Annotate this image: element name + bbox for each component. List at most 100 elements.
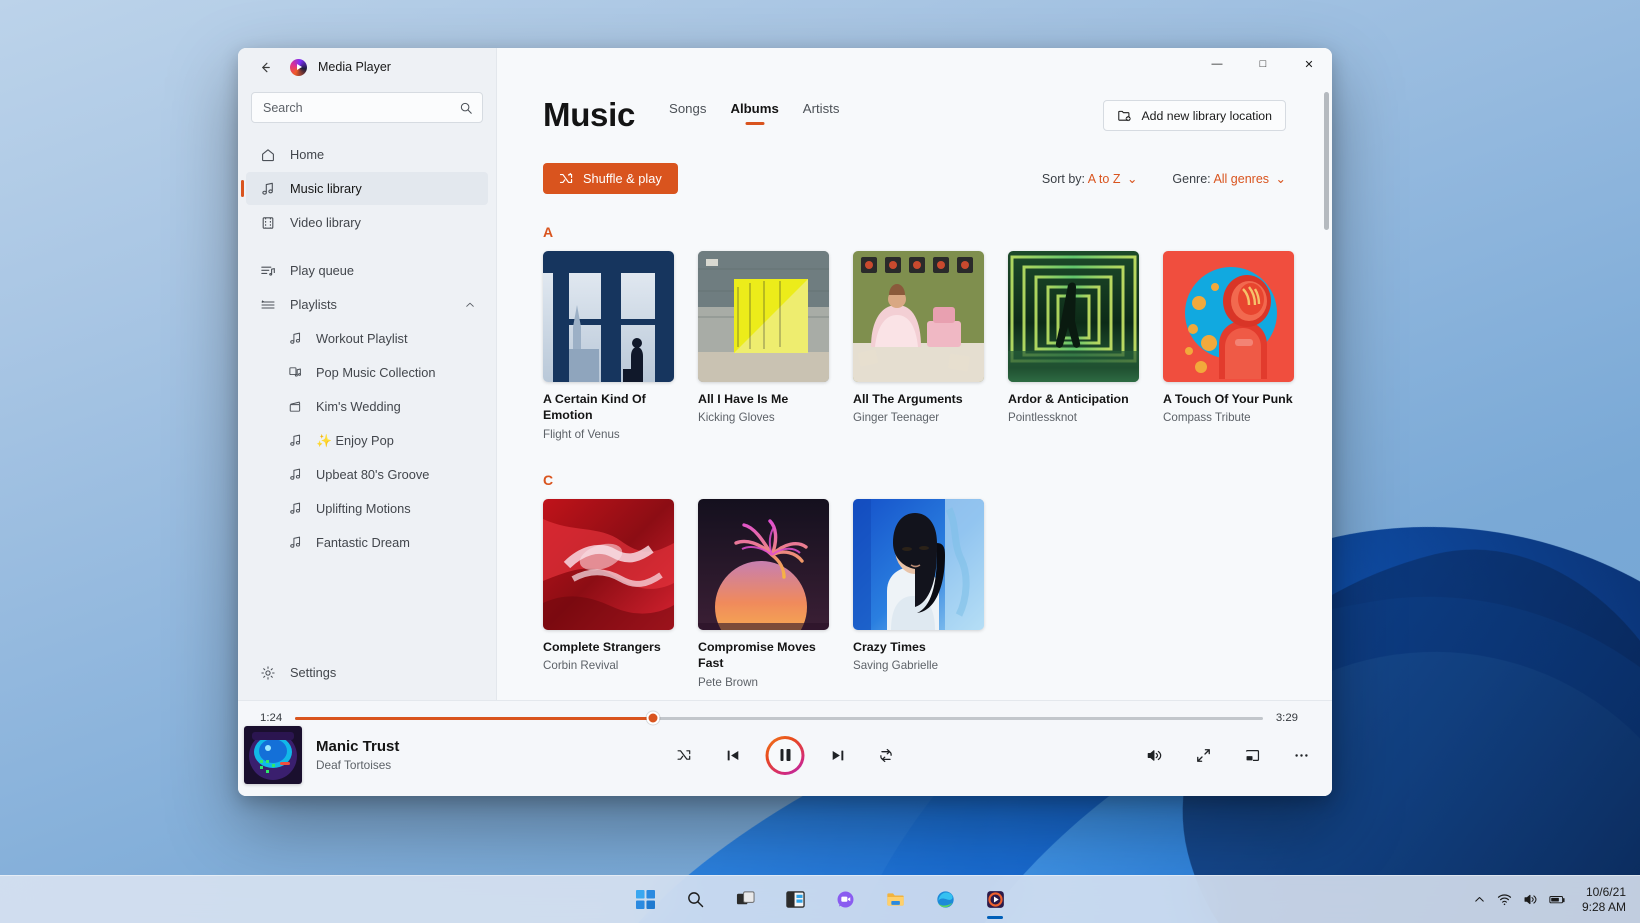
- genre-label: Genre:: [1172, 172, 1211, 186]
- genre-dropdown[interactable]: Genre: All genres ⌄: [1172, 171, 1286, 186]
- player-right-controls: [1139, 740, 1316, 770]
- show-hidden-icons-icon[interactable]: [1473, 893, 1486, 906]
- sidebar-item-label: Video library: [290, 215, 361, 230]
- back-arrow-icon[interactable]: [251, 53, 279, 81]
- sidebar-item-settings[interactable]: Settings: [246, 656, 488, 689]
- taskbar-buttons: [625, 880, 1015, 920]
- album-title: All The Arguments: [853, 392, 963, 406]
- sidebar-item-play-queue[interactable]: Play queue: [246, 254, 488, 287]
- add-new-library-location-button[interactable]: Add new library location: [1103, 100, 1286, 131]
- taskbar-start-button[interactable]: [625, 880, 665, 920]
- taskbar: 10/6/21 9:28 AM: [0, 875, 1640, 923]
- clapperboard-icon: [287, 399, 303, 414]
- transport-controls: [670, 735, 901, 775]
- taskbar-clock[interactable]: 10/6/21 9:28 AM: [1576, 885, 1632, 915]
- battery-icon[interactable]: [1549, 893, 1566, 906]
- sidebar-playlist-pop-music-collection[interactable]: Pop Music Collection: [246, 356, 488, 389]
- volume-icon[interactable]: [1139, 740, 1169, 770]
- album-title: Crazy Times: [853, 639, 926, 654]
- system-tray: 10/6/21 9:28 AM: [1473, 885, 1632, 915]
- taskbar-widgets-button[interactable]: [775, 880, 815, 920]
- sidebar-playlist-enjoy-pop[interactable]: ✨ Enjoy Pop: [246, 424, 488, 457]
- sidebar-playlist-upbeat-80s-groove[interactable]: Upbeat 80's Groove: [246, 458, 488, 491]
- taskbar-file-explorer-button[interactable]: [875, 880, 915, 920]
- repeat-icon[interactable]: [871, 740, 901, 770]
- taskbar-media-player-button[interactable]: [975, 880, 1015, 920]
- sidebar-playlist-label: Uplifting Motions: [316, 501, 411, 516]
- vertical-scrollbar[interactable]: [1324, 92, 1329, 682]
- album-artist: Pete Brown: [698, 675, 758, 689]
- sidebar-item-video-library[interactable]: Video library: [246, 206, 488, 239]
- tab-albums[interactable]: Albums: [730, 101, 778, 125]
- mini-player-icon[interactable]: [1237, 740, 1267, 770]
- search-box[interactable]: [251, 92, 483, 123]
- play-pause-button[interactable]: [765, 735, 805, 775]
- next-track-icon[interactable]: [823, 740, 853, 770]
- taskbar-task-view-button[interactable]: [725, 880, 765, 920]
- library-tabs: Songs Albums Artists: [669, 101, 839, 131]
- album-art: [543, 498, 674, 630]
- sidebar-playlist-label: Pop Music Collection: [316, 365, 436, 380]
- sidebar-playlist-uplifting-motions[interactable]: Uplifting Motions: [246, 492, 488, 525]
- taskbar-chat-button[interactable]: [825, 880, 865, 920]
- minimize-button[interactable]: —: [1194, 48, 1240, 80]
- album-artist: Ginger Teenager: [853, 411, 940, 425]
- pause-icon: [786, 749, 790, 761]
- sidebar-item-playlists[interactable]: Playlists: [246, 288, 488, 321]
- shuffle-icon[interactable]: [670, 740, 700, 770]
- album-card[interactable]: A Certain Kind Of Emotion Flight of Venu…: [543, 251, 674, 442]
- gear-icon: [260, 665, 276, 681]
- sidebar-playlist-label: Upbeat 80's Groove: [316, 467, 430, 482]
- previous-track-icon[interactable]: [718, 740, 748, 770]
- album-art: [543, 251, 674, 382]
- music-note-icon: [287, 331, 303, 346]
- tab-songs[interactable]: Songs: [669, 101, 706, 125]
- tab-artists[interactable]: Artists: [803, 101, 840, 125]
- album-grid-c: Complete Strangers Corbin Revival Compro…: [543, 498, 1286, 690]
- sort-by-dropdown[interactable]: Sort by: A to Z ⌄: [1042, 171, 1138, 186]
- taskbar-edge-button[interactable]: [925, 880, 965, 920]
- taskbar-search-button[interactable]: [675, 880, 715, 920]
- album-card[interactable]: Compromise Moves Fast Pete Brown: [698, 498, 829, 690]
- player-controls-row: Manic Trust Deaf Tortoises: [238, 724, 1332, 786]
- clock-time: 9:28 AM: [1581, 899, 1626, 914]
- sidebar-playlist-fantastic-dream[interactable]: Fantastic Dream: [246, 526, 488, 559]
- album-card[interactable]: Complete Strangers Corbin Revival: [543, 498, 674, 690]
- album-card[interactable]: All I Have Is Me Kicking Gloves: [698, 251, 829, 442]
- search-icon[interactable]: [459, 101, 473, 115]
- volume-icon[interactable]: [1523, 892, 1538, 907]
- seek-knob[interactable]: [646, 711, 660, 725]
- chevron-up-icon[interactable]: [464, 299, 476, 311]
- window-controls: — □ ✕: [1194, 48, 1332, 80]
- sidebar-header: Media Player: [238, 52, 496, 82]
- scrollbar-thumb[interactable]: [1324, 92, 1329, 230]
- music-note-icon: [287, 501, 303, 516]
- album-card[interactable]: All The Arguments Ginger Teenager: [853, 251, 984, 442]
- sidebar-item-label: Play queue: [290, 263, 355, 278]
- album-card[interactable]: A Touch Of Your Punk Compass Tribute: [1163, 251, 1294, 442]
- media-player-logo-icon: [290, 58, 307, 76]
- album-card[interactable]: Ardor & Anticipation Pointlessknot: [1008, 251, 1139, 442]
- sidebar-playlist-kims-wedding[interactable]: Kim's Wedding: [246, 390, 488, 423]
- duration-time: 3:29: [1275, 712, 1298, 724]
- search-container: [238, 82, 496, 123]
- sidebar-item-music-library[interactable]: Music library: [241, 172, 488, 205]
- sidebar-item-home[interactable]: Home: [246, 138, 488, 171]
- sidebar-item-label: Settings: [290, 665, 337, 680]
- album-card[interactable]: Crazy Times Saving Gabrielle: [853, 498, 984, 690]
- shuffle-and-play-button[interactable]: Shuffle & play: [543, 163, 678, 194]
- expand-icon[interactable]: [1188, 740, 1218, 770]
- close-button[interactable]: ✕: [1286, 48, 1332, 80]
- seek-slider[interactable]: [295, 711, 1263, 725]
- page-title: Music: [543, 96, 636, 133]
- now-playing[interactable]: Manic Trust Deaf Tortoises: [238, 726, 399, 784]
- sidebar-playlist-workout[interactable]: Workout Playlist: [246, 322, 488, 355]
- search-input[interactable]: [263, 100, 451, 115]
- now-playing-artist: Deaf Tortoises: [316, 758, 392, 772]
- maximize-button[interactable]: □: [1240, 48, 1286, 80]
- more-options-icon[interactable]: [1286, 740, 1316, 770]
- add-library-label: Add new library location: [1141, 108, 1272, 123]
- wifi-icon[interactable]: [1497, 892, 1512, 907]
- clock-date: 10/6/21: [1585, 884, 1626, 899]
- sidebar-playlist-label: ✨ Enjoy Pop: [316, 432, 394, 448]
